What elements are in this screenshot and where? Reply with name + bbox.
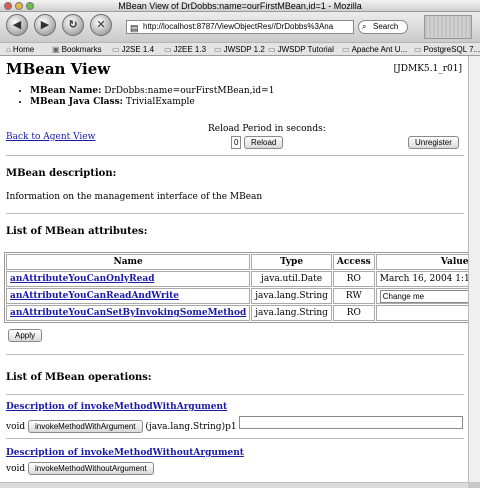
divider	[6, 155, 464, 156]
attribute-access-cell: RO	[332, 271, 375, 287]
attribute-type-cell: java.lang.String	[251, 288, 332, 304]
mbean-name-item: MBean Name: DrDobbs:name=ourFirstMBean,i…	[30, 86, 274, 97]
divider	[6, 438, 464, 439]
bookmark-j2ee[interactable]: ▭ J2EE 1.3	[164, 43, 206, 55]
table-row: anAttributeYouCanReadAndWrite java.lang.…	[6, 288, 468, 304]
attribute-name-cell: anAttributeYouCanOnlyRead	[6, 271, 251, 287]
attributes-table: Name Type Access Value anAttributeYouCan…	[4, 252, 468, 323]
folder-icon: ▭	[268, 45, 276, 54]
zoom-window-button[interactable]	[26, 2, 34, 10]
search-label: Search	[373, 22, 399, 31]
attribute-link[interactable]: anAttributeYouCanSetByInvokingSomeMethod	[10, 308, 246, 318]
reload-period-label: Reload Period in seconds:	[208, 124, 326, 134]
folder-icon: ▭	[214, 45, 222, 54]
page-content: MBean View [JDMK5.1_r01] MBean Name: DrD…	[0, 56, 468, 482]
activity-throbber	[424, 15, 472, 39]
description-text: Information on the management interface …	[6, 192, 263, 202]
operation-argument-input[interactable]	[239, 416, 464, 429]
bookmark-postgresql[interactable]: ▭ PostgreSQL 7...	[414, 43, 480, 55]
operations-heading: List of MBean operations:	[6, 372, 152, 383]
window-controls	[4, 2, 34, 10]
bookmark-jwsdp[interactable]: ▭ JWSDP 1.2	[214, 43, 265, 55]
folder-icon: ▭	[164, 45, 172, 54]
bookmark-bookmarks[interactable]: ▣ Bookmarks	[52, 43, 102, 55]
operation-return-type: void	[6, 464, 26, 474]
resize-handle[interactable]	[468, 482, 480, 488]
apply-button[interactable]: Apply	[8, 329, 43, 342]
table-row: anAttributeYouCanOnlyRead java.util.Date…	[6, 271, 468, 287]
attribute-value-cell: March 16, 2004 1:16:35 PM EST	[375, 271, 468, 287]
operation-return-type: void	[6, 422, 26, 432]
operation-row: void invokeMethodWithoutArgument	[6, 462, 154, 475]
browser-toolbar: ◀ ▶ ↻ ✕ ▤ http://localhost:8787/ViewObje…	[0, 12, 480, 42]
folder-icon: ▭	[342, 45, 350, 54]
table-row: anAttributeYouCanSetByInvokingSomeMethod…	[6, 305, 468, 321]
stop-button[interactable]: ✕	[90, 14, 112, 36]
back-to-agent-view-link[interactable]: Back to Agent View	[6, 132, 95, 142]
attribute-value-cell	[375, 305, 468, 321]
column-header-name: Name	[6, 254, 251, 270]
divider	[6, 394, 464, 395]
version-label: [JDMK5.1_r01]	[393, 64, 462, 74]
unregister-button[interactable]: Unregister	[408, 136, 459, 149]
vertical-scrollbar[interactable]	[468, 56, 480, 482]
home-icon: ⌂	[6, 45, 11, 54]
attribute-value-cell: Change me	[375, 288, 468, 304]
url-text: http://localhost:8787/ViewObjectRes//DrD…	[143, 22, 334, 31]
description-heading: MBean description:	[6, 168, 117, 179]
window-titlebar: MBean View of DrDobbs:name=ourFirstMBean…	[0, 0, 480, 12]
attribute-link[interactable]: anAttributeYouCanOnlyRead	[10, 274, 154, 284]
operation-row: void invokeMethodWithArgument (java.lang…	[6, 416, 464, 433]
attribute-type-cell: java.util.Date	[251, 271, 332, 287]
mbean-class-item: MBean Java Class: TrivialExample	[30, 97, 274, 108]
reload-browser-button[interactable]: ↻	[62, 14, 84, 36]
attribute-name-cell: anAttributeYouCanReadAndWrite	[6, 288, 251, 304]
column-header-value: Value	[375, 254, 468, 270]
search-button[interactable]: ⌕ Search	[358, 20, 408, 34]
operation-description-link[interactable]: Description of invokeMethodWithoutArgume…	[6, 448, 244, 458]
operation-description-link[interactable]: Description of invokeMethodWithArgument	[6, 402, 227, 412]
page-title: MBean View	[6, 60, 111, 78]
mbean-info-list: MBean Name: DrDobbs:name=ourFirstMBean,i…	[18, 86, 274, 108]
reload-button[interactable]: Reload	[244, 136, 284, 149]
minimize-window-button[interactable]	[15, 2, 23, 10]
column-header-access: Access	[332, 254, 375, 270]
bookmarks-icon: ▣	[52, 45, 60, 54]
window-title: MBean View of DrDobbs:name=ourFirstMBean…	[118, 1, 362, 11]
attribute-access-cell: RW	[332, 288, 375, 304]
operation-signature: (java.lang.String)p1	[145, 422, 237, 432]
horizontal-scrollbar[interactable]	[0, 482, 468, 488]
invoke-without-argument-button[interactable]: invokeMethodWithoutArgument	[28, 462, 154, 475]
folder-icon: ▭	[112, 45, 120, 54]
bookmark-home[interactable]: ⌂ Home	[6, 43, 34, 55]
search-icon: ⌕	[362, 22, 367, 31]
attribute-name-cell: anAttributeYouCanSetByInvokingSomeMethod	[6, 305, 251, 321]
attribute-access-cell: RO	[332, 305, 375, 321]
page-icon: ▤	[130, 23, 139, 33]
bookmark-j2se[interactable]: ▭ J2SE 1.4	[112, 43, 154, 55]
divider	[6, 213, 464, 214]
forward-button[interactable]: ▶	[34, 14, 56, 36]
bookmarks-bar: ⌂ Home ▣ Bookmarks ▭ J2SE 1.4 ▭ J2EE 1.3 ▭ JW…	[0, 42, 480, 56]
attributes-heading: List of MBean attributes:	[6, 226, 148, 237]
bookmark-apache-ant[interactable]: ▭ Apache Ant U...	[342, 43, 407, 55]
close-window-button[interactable]	[4, 2, 12, 10]
table-header-row: Name Type Access Value	[6, 254, 468, 270]
invoke-with-argument-button[interactable]: invokeMethodWithArgument	[28, 420, 143, 433]
attribute-link[interactable]: anAttributeYouCanReadAndWrite	[10, 291, 179, 301]
bookmark-jwsdp-tutorial[interactable]: ▭ JWSDP Tutorial	[268, 43, 334, 55]
back-button[interactable]: ◀	[6, 14, 28, 36]
url-field[interactable]: ▤ http://localhost:8787/ViewObjectRes//D…	[126, 20, 354, 34]
reload-period-input[interactable]: 0	[231, 136, 241, 149]
folder-icon: ▭	[414, 45, 422, 54]
attribute-value-input[interactable]: Change me	[379, 289, 468, 303]
column-header-type: Type	[251, 254, 332, 270]
divider	[6, 354, 464, 355]
attribute-type-cell: java.lang.String	[251, 305, 332, 321]
